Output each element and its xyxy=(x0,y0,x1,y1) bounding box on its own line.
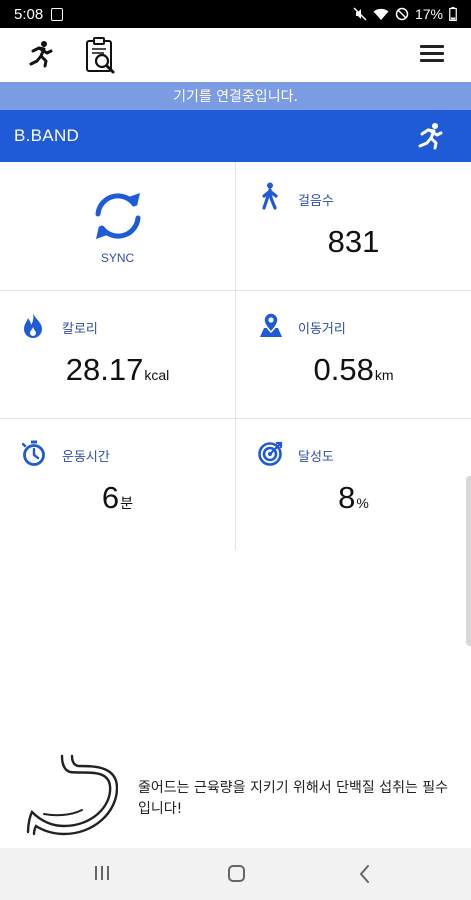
distance-label: 이동거리 xyxy=(298,322,346,337)
mute-icon xyxy=(353,7,367,21)
distance-unit: km xyxy=(374,367,394,383)
steps-value-wrap: 831 xyxy=(236,224,471,260)
hamburger-menu-icon[interactable] xyxy=(420,45,444,65)
stats-grid: SYNC 걸음수 831 칼로리 28.17kcal 이동거리 0.58km 운… xyxy=(0,162,471,550)
calories-label: 칼로리 xyxy=(62,322,98,337)
achievement-unit: % xyxy=(356,495,369,511)
sync-label: SYNC xyxy=(100,251,135,265)
achievement-label: 달성도 xyxy=(298,450,334,465)
status-bar: 5:08 17% xyxy=(0,0,471,28)
connection-status-banner: 기기를 연결중입니다. xyxy=(0,82,471,110)
runner-icon[interactable] xyxy=(26,40,54,68)
achievement-value: 8 xyxy=(338,480,356,515)
device-bar: B.BAND xyxy=(0,110,471,162)
stomach-icon xyxy=(26,754,118,836)
battery-icon xyxy=(449,7,457,21)
calories-value-wrap: 28.17kcal xyxy=(0,352,235,388)
flame-icon xyxy=(24,313,42,338)
battery-percent: 17% xyxy=(414,6,443,22)
exercise-time-unit: 분 xyxy=(120,495,134,511)
distance-card: 이동거리 0.58km xyxy=(236,290,471,418)
status-icons: 17% xyxy=(353,6,457,22)
exercise-time-value-wrap: 6분 xyxy=(0,480,235,516)
steps-card: 걸음수 831 xyxy=(236,162,471,290)
achievement-card: 달성도 8% xyxy=(236,418,471,546)
distance-value-wrap: 0.58km xyxy=(236,352,471,388)
target-icon xyxy=(258,441,283,466)
distance-value: 0.58 xyxy=(313,352,374,387)
screenshot-icon xyxy=(51,7,64,21)
walking-icon xyxy=(262,182,278,210)
calories-unit: kcal xyxy=(144,367,170,383)
back-icon[interactable] xyxy=(358,864,370,884)
recents-icon[interactable] xyxy=(95,866,109,880)
app-toolbar xyxy=(0,28,471,82)
wifi-icon xyxy=(373,8,389,20)
exercise-time-card: 운동시간 6분 xyxy=(0,418,235,546)
exercise-time-value: 6 xyxy=(101,480,120,515)
status-time: 5:08 xyxy=(14,5,44,23)
exercise-time-label: 운동시간 xyxy=(62,450,110,465)
achievement-value-wrap: 8% xyxy=(236,480,471,516)
report-search-icon[interactable] xyxy=(84,36,118,74)
tip-text: 줄어드는 근육량을 지키기 위해서 단백질 섭취는 필수입니다! xyxy=(138,780,449,817)
steps-value: 831 xyxy=(327,224,380,259)
edge-panel-handle[interactable] xyxy=(466,476,471,646)
sync-button[interactable]: SYNC xyxy=(0,162,235,290)
health-tip: 줄어드는 근육량을 지키기 위해서 단백질 섭취는 필수입니다! xyxy=(0,744,471,844)
map-pin-icon xyxy=(260,312,282,337)
stopwatch-icon xyxy=(22,440,45,466)
steps-label: 걸음수 xyxy=(298,194,334,209)
runner-icon[interactable] xyxy=(416,122,444,150)
system-navigation-bar xyxy=(0,848,471,900)
calories-value: 28.17 xyxy=(65,352,144,387)
do-not-disturb-icon xyxy=(395,7,409,21)
sync-icon xyxy=(95,193,141,239)
calories-card: 칼로리 28.17kcal xyxy=(0,290,235,418)
home-icon[interactable] xyxy=(228,865,245,882)
device-name: B.BAND xyxy=(14,126,80,145)
